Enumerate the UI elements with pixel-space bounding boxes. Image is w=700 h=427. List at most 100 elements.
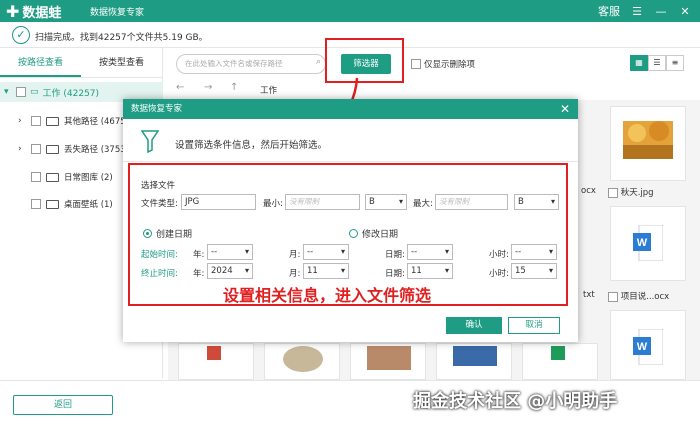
title-bar: ✚ 数据蛙 数据恢复专家 客服 ☰ — ✕ bbox=[0, 0, 700, 22]
chevron-down-icon: ▾ bbox=[548, 247, 553, 256]
end-month-select[interactable]: 11 ▾ bbox=[303, 263, 349, 279]
close-icon[interactable]: ✕ bbox=[678, 5, 692, 18]
start-year-select[interactable]: -- ▾ bbox=[207, 244, 253, 260]
word-doc-icon: W bbox=[633, 329, 663, 365]
tree-item-label: 丢失路径 (37537 bbox=[64, 145, 132, 155]
radio-modify-date[interactable]: 修改日期 bbox=[349, 227, 398, 240]
radio-selected-icon bbox=[143, 229, 152, 238]
file-thumbnail-word-1[interactable]: W bbox=[610, 206, 686, 281]
file-label-txt: txt bbox=[583, 290, 595, 300]
file-label-autumn: 秋天.jpg bbox=[608, 186, 654, 198]
hour-label: 小时: bbox=[489, 269, 509, 279]
min-size-field[interactable]: 没有限制 bbox=[285, 194, 360, 210]
max-unit-select[interactable]: B ▾ bbox=[514, 194, 559, 210]
chevron-down-icon: ▾ bbox=[340, 247, 345, 256]
svg-text:W: W bbox=[637, 237, 648, 249]
minimize-icon[interactable]: — bbox=[654, 5, 668, 18]
file-type-field[interactable]: JPG bbox=[181, 194, 256, 210]
toolbar: 在此处输入文件名或保存路径 ⌕ 筛选器 仅显示删除项 ▦ ☰ ≡ bbox=[168, 38, 698, 83]
file-name: 秋天.jpg bbox=[620, 188, 654, 198]
file-thumbnail-autumn[interactable] bbox=[610, 106, 686, 181]
cancel-button[interactable]: 取消 bbox=[508, 317, 560, 334]
checkbox[interactable] bbox=[608, 291, 618, 302]
tree-item-daily-gallery[interactable]: 日常图库 (2) bbox=[31, 171, 113, 183]
file-thumbnail-ppt[interactable] bbox=[178, 343, 254, 380]
close-icon[interactable]: ✕ bbox=[560, 99, 570, 119]
min-unit-select[interactable]: B ▾ bbox=[365, 194, 407, 210]
search-input[interactable]: 在此处输入文件名或保存路径 bbox=[176, 54, 326, 74]
folder-icon bbox=[46, 199, 59, 209]
file-thumbnail-photo-2[interactable] bbox=[350, 343, 426, 380]
checkbox[interactable] bbox=[411, 59, 421, 69]
grid-view-icon[interactable]: ▦ bbox=[630, 55, 648, 71]
up-arrow-icon[interactable]: ↑ bbox=[230, 82, 238, 93]
radio-create-date[interactable]: 创建日期 bbox=[143, 227, 192, 240]
confirm-button[interactable]: 确认 bbox=[446, 317, 502, 334]
file-label-project: 项目说...ocx bbox=[608, 290, 669, 302]
radio-unselected-icon bbox=[349, 229, 358, 238]
file-thumbnail-excel[interactable] bbox=[522, 343, 598, 380]
file-label-docx-1: ocx bbox=[581, 186, 596, 196]
select-value: 15 bbox=[515, 266, 526, 276]
chevron-down-icon: ▾ bbox=[444, 266, 449, 275]
end-year-select[interactable]: 2024 ▾ bbox=[207, 263, 253, 279]
checkbox[interactable] bbox=[608, 187, 618, 198]
file-thumbnail-photo-3[interactable] bbox=[436, 343, 512, 380]
end-hour-select[interactable]: 15 ▾ bbox=[511, 263, 557, 279]
select-value: 11 bbox=[411, 266, 422, 276]
drive-icon: ▭ bbox=[30, 87, 39, 97]
tab-by-path[interactable]: 按路径查看 bbox=[0, 48, 81, 77]
day-label: 日期: bbox=[385, 269, 405, 279]
check-circle-icon: ✓ bbox=[12, 26, 30, 44]
file-thumbnail-word-2[interactable]: W bbox=[610, 310, 686, 380]
only-deleted-toggle[interactable]: 仅显示删除项 bbox=[411, 58, 475, 70]
month-label: 月: bbox=[289, 250, 301, 260]
detail-view-icon[interactable]: ≡ bbox=[666, 55, 684, 71]
tree-item-desktop-wallpaper[interactable]: 桌面壁纸 (1) bbox=[31, 198, 113, 210]
search-icon[interactable]: ⌕ bbox=[316, 57, 321, 67]
checkbox[interactable] bbox=[31, 144, 41, 154]
word-doc-icon: W bbox=[633, 225, 663, 261]
only-deleted-label: 仅显示删除项 bbox=[424, 60, 476, 70]
filter-dialog: 数据恢复专家 ✕ 设置筛选条件信息，然后开始筛选。 选择文件 文件类型: JPG… bbox=[123, 99, 578, 342]
checkbox[interactable] bbox=[31, 116, 41, 126]
app-subtitle: 数据恢复专家 bbox=[90, 8, 145, 18]
autumn-image-icon bbox=[623, 121, 673, 159]
checkbox[interactable] bbox=[31, 199, 41, 209]
back-arrow-icon[interactable]: ← bbox=[176, 82, 184, 93]
sidebar-tabs: 按路径查看 按类型查看 bbox=[0, 48, 162, 78]
plus-logo-icon: ✚ bbox=[6, 1, 20, 21]
back-button[interactable]: 返回 bbox=[13, 395, 113, 415]
customer-service-link[interactable]: 客服 bbox=[598, 3, 620, 19]
start-hour-select[interactable]: -- ▾ bbox=[511, 244, 557, 260]
section-label: 选择文件 bbox=[141, 181, 176, 191]
select-value: -- bbox=[515, 247, 522, 257]
filter-button[interactable]: 筛选器 bbox=[341, 54, 391, 74]
nav-bar: ← → ↑ 工作 bbox=[168, 80, 698, 98]
start-month-select[interactable]: -- ▾ bbox=[303, 244, 349, 260]
chevron-down-icon[interactable]: ▾ bbox=[4, 87, 12, 97]
dialog-title-bar: 数据恢复专家 ✕ bbox=[123, 99, 578, 119]
list-view-icon[interactable]: ☰ bbox=[648, 55, 666, 71]
forward-arrow-icon[interactable]: → bbox=[204, 82, 212, 93]
chevron-right-icon[interactable]: › bbox=[18, 116, 26, 126]
end-day-select[interactable]: 11 ▾ bbox=[407, 263, 453, 279]
min-unit-value: B bbox=[369, 197, 375, 207]
photo-icon bbox=[453, 346, 497, 366]
select-value: -- bbox=[411, 247, 418, 257]
tree-item-label: 桌面壁纸 (1) bbox=[64, 200, 113, 210]
menu-icon[interactable]: ☰ bbox=[630, 5, 644, 18]
file-thumbnail-photo-1[interactable] bbox=[264, 343, 340, 380]
checkbox[interactable] bbox=[16, 87, 26, 97]
dialog-hint: 设置筛选条件信息，然后开始筛选。 bbox=[175, 140, 328, 151]
start-day-select[interactable]: -- ▾ bbox=[407, 244, 453, 260]
checkbox[interactable] bbox=[31, 172, 41, 182]
radio-create-label: 创建日期 bbox=[156, 230, 193, 240]
tab-by-type[interactable]: 按类型查看 bbox=[81, 48, 162, 77]
max-size-field[interactable]: 没有限制 bbox=[435, 194, 508, 210]
day-label: 日期: bbox=[385, 250, 405, 260]
tree-item-other-paths[interactable]: › 其他路径 (4675 bbox=[18, 115, 126, 127]
tree-item-lost-paths[interactable]: › 丢失路径 (37537 bbox=[18, 143, 131, 155]
chevron-right-icon[interactable]: › bbox=[18, 144, 26, 154]
svg-text:W: W bbox=[637, 341, 648, 353]
